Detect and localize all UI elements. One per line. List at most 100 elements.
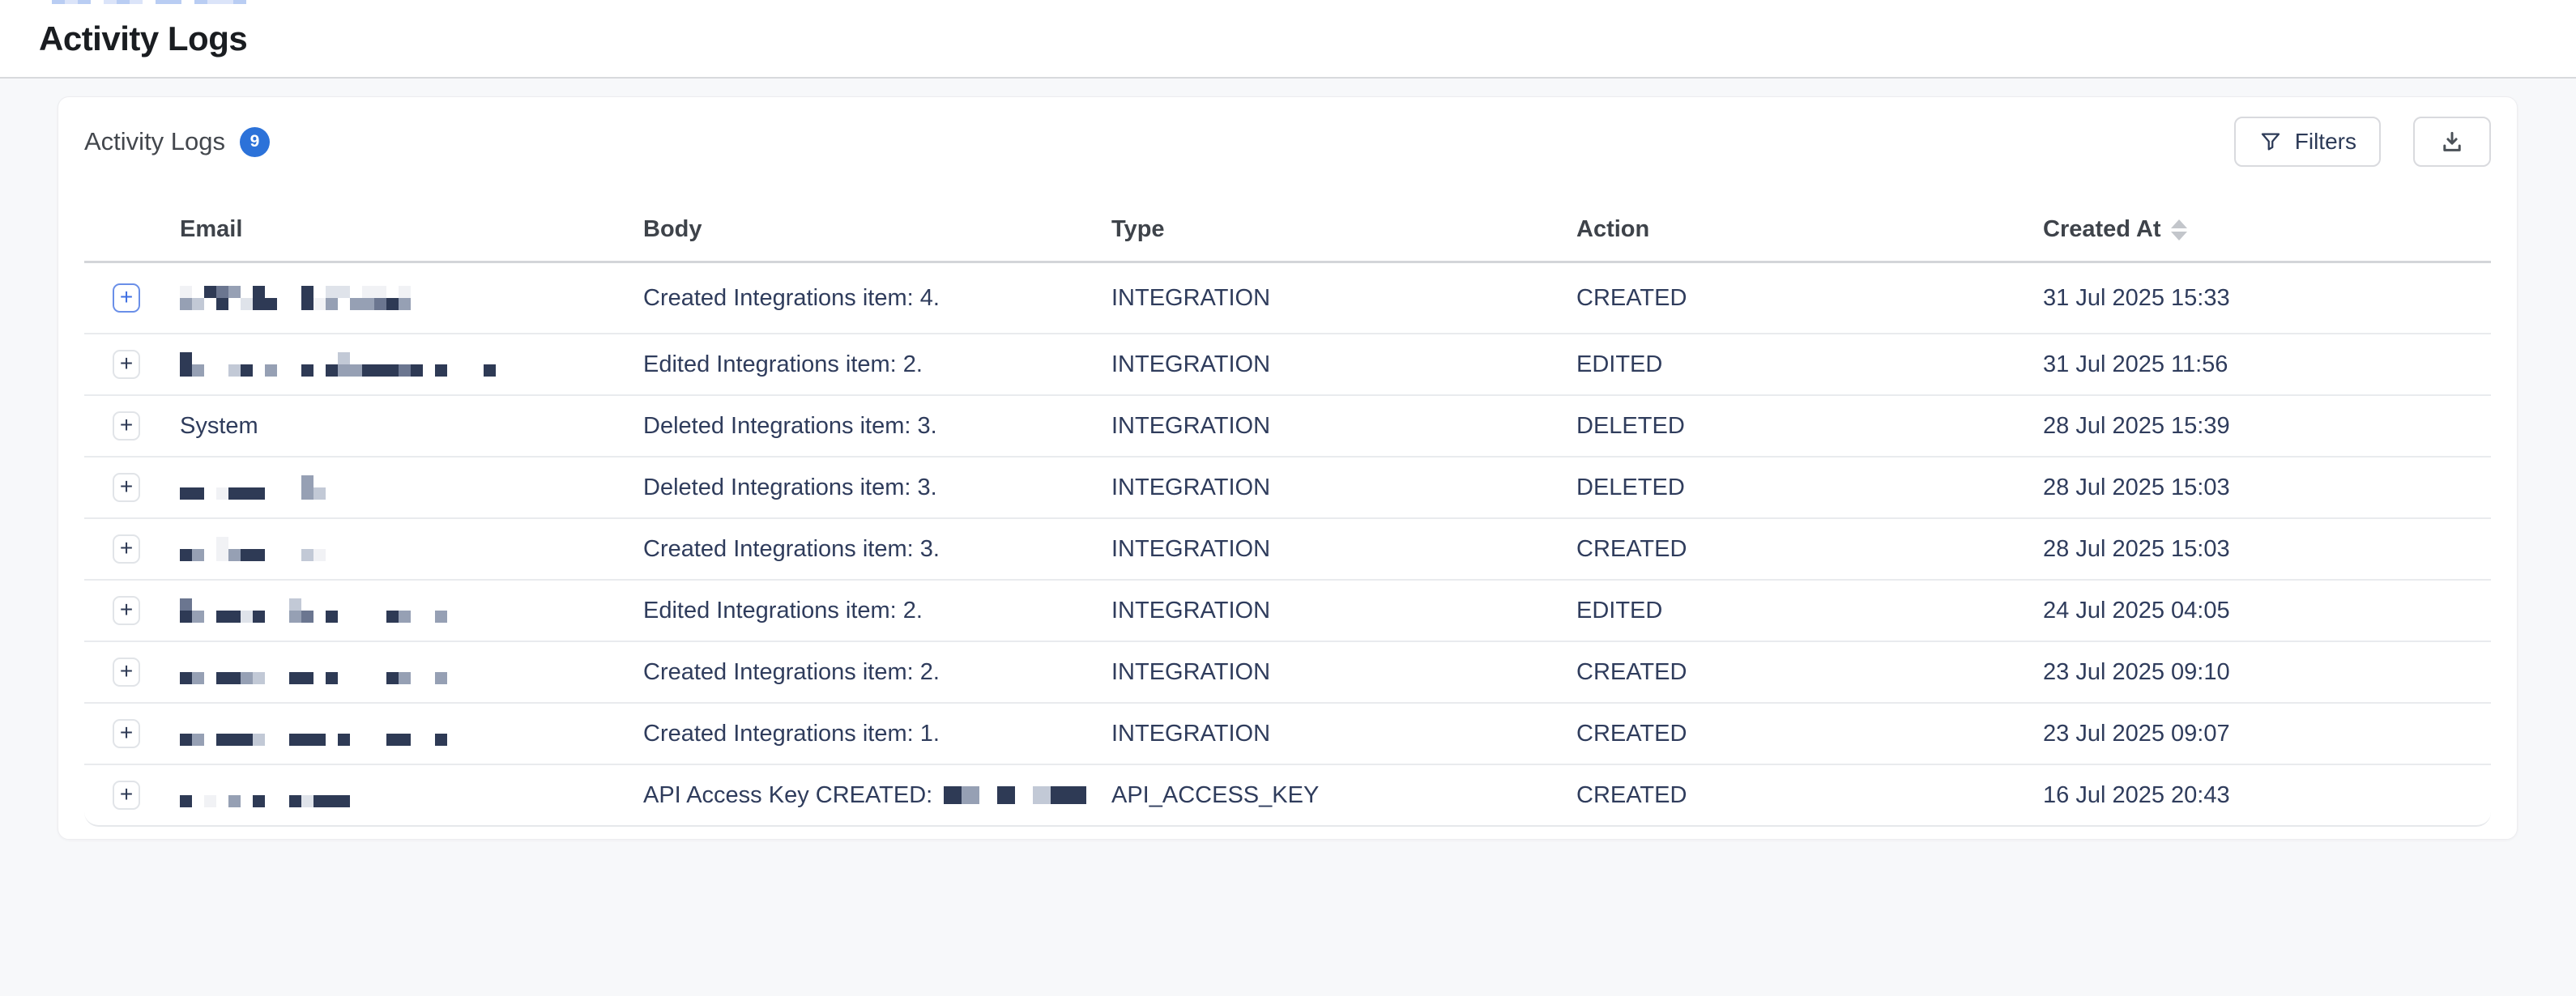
type-cell: INTEGRATION <box>1111 351 1576 378</box>
expand-cell: + <box>84 534 180 564</box>
type-cell: INTEGRATION <box>1111 475 1576 501</box>
plus-icon: + <box>120 286 133 309</box>
body-cell: Created Integrations item: 2. <box>643 659 1111 686</box>
type-cell: INTEGRATION <box>1111 536 1576 563</box>
created-at-cell: 31 Jul 2025 11:56 <box>2043 351 2491 378</box>
email-cell <box>180 783 643 807</box>
action-cell: EDITED <box>1576 351 2043 378</box>
body-cell: Edited Integrations item: 2. <box>643 351 1111 378</box>
created-at-cell: 28 Jul 2025 15:03 <box>2043 536 2491 563</box>
expand-row-button[interactable]: + <box>113 350 140 379</box>
sort-icon <box>2171 219 2187 240</box>
created-at-cell: 16 Jul 2025 20:43 <box>2043 782 2491 809</box>
card-header: Activity Logs 9 Filters <box>84 97 2491 167</box>
action-cell: CREATED <box>1576 285 2043 312</box>
plus-icon: + <box>120 660 133 683</box>
expand-cell: + <box>84 596 180 625</box>
count-badge: 9 <box>240 127 270 157</box>
table-row: + Created Integrations item: 4. INTEGRAT… <box>84 263 2491 334</box>
email-cell <box>180 352 643 377</box>
table-row: + Deleted Integrations item: 3. INTEGRAT… <box>84 458 2491 519</box>
table-row: + Created Integrations item: 1. INTEGRAT… <box>84 704 2491 765</box>
card-actions: Filters <box>2234 117 2491 167</box>
action-cell: EDITED <box>1576 598 2043 624</box>
expand-cell: + <box>84 781 180 810</box>
column-header-body: Body <box>643 216 1111 243</box>
card-title-wrap: Activity Logs 9 <box>84 127 270 157</box>
created-at-sort-control[interactable]: Created At <box>2043 216 2475 243</box>
expand-cell: + <box>84 350 180 379</box>
filters-button-label: Filters <box>2295 129 2356 155</box>
column-header-type: Type <box>1111 216 1576 243</box>
type-cell: API_ACCESS_KEY <box>1111 782 1576 809</box>
filters-button[interactable]: Filters <box>2234 117 2381 167</box>
action-cell: CREATED <box>1576 536 2043 563</box>
expand-cell: + <box>84 473 180 502</box>
body-cell: API Access Key CREATED: <box>643 782 1111 809</box>
table-row: + System Deleted Integrations item: 3. I… <box>84 396 2491 458</box>
activity-logs-card: Activity Logs 9 Filters <box>58 96 2518 840</box>
type-cell: INTEGRATION <box>1111 721 1576 747</box>
expand-cell: + <box>84 658 180 687</box>
action-cell: DELETED <box>1576 475 2043 501</box>
email-cell <box>180 721 643 746</box>
expand-row-button[interactable]: + <box>113 596 140 625</box>
expand-row-button[interactable]: + <box>113 473 140 502</box>
created-at-cell: 28 Jul 2025 15:03 <box>2043 475 2491 501</box>
card-title: Activity Logs <box>84 127 225 156</box>
filter-funnel-icon <box>2258 130 2283 154</box>
plus-icon: + <box>120 783 133 806</box>
column-header-created-at: Created At <box>2043 216 2491 243</box>
activity-logs-table: Email Body Type Action Created At <box>84 167 2491 827</box>
plus-icon: + <box>120 352 133 375</box>
created-at-cell: 24 Jul 2025 04:05 <box>2043 598 2491 624</box>
created-at-cell: 23 Jul 2025 09:10 <box>2043 659 2491 686</box>
table-row: + Created Integrations item: 3. INTEGRAT… <box>84 519 2491 581</box>
email-cell <box>180 286 643 310</box>
plus-icon: + <box>120 414 133 436</box>
table-row: + Created Integrations item: 2. INTEGRAT… <box>84 642 2491 704</box>
type-cell: INTEGRATION <box>1111 598 1576 624</box>
plus-icon: + <box>120 721 133 744</box>
main-content: Activity Logs 9 Filters <box>0 79 2576 840</box>
page-title: Activity Logs <box>39 19 247 58</box>
table-row: + Edited Integrations item: 2. INTEGRATI… <box>84 334 2491 396</box>
top-bar: Activity Logs <box>0 0 2576 79</box>
table-row: + API Access Key CREATED: API_ACCESS_KEY… <box>84 765 2491 827</box>
plus-icon: + <box>120 598 133 621</box>
action-cell: CREATED <box>1576 782 2043 809</box>
column-header-email: Email <box>180 216 643 243</box>
download-icon <box>2438 128 2466 155</box>
expand-row-button[interactable]: + <box>113 658 140 687</box>
table-body: + Created Integrations item: 4. INTEGRAT… <box>84 263 2491 827</box>
expand-row-button[interactable]: + <box>113 719 140 748</box>
email-cell: System <box>180 413 643 440</box>
body-cell: Created Integrations item: 3. <box>643 536 1111 563</box>
plus-icon: + <box>120 475 133 498</box>
body-cell: Deleted Integrations item: 3. <box>643 475 1111 501</box>
topbar-redacted-breadcrumb <box>52 0 259 4</box>
type-cell: INTEGRATION <box>1111 285 1576 312</box>
body-cell: Created Integrations item: 1. <box>643 721 1111 747</box>
expand-cell: + <box>84 283 180 313</box>
expand-row-button[interactable]: + <box>113 781 140 810</box>
type-cell: INTEGRATION <box>1111 659 1576 686</box>
export-button[interactable] <box>2413 117 2491 167</box>
expand-row-button[interactable]: + <box>113 411 140 441</box>
created-at-cell: 23 Jul 2025 09:07 <box>2043 721 2491 747</box>
action-cell: CREATED <box>1576 721 2043 747</box>
created-at-cell: 28 Jul 2025 15:39 <box>2043 413 2491 440</box>
body-cell: Edited Integrations item: 2. <box>643 598 1111 624</box>
expand-cell: + <box>84 719 180 748</box>
email-cell <box>180 537 643 561</box>
table-header-row: Email Body Type Action Created At <box>84 167 2491 263</box>
action-cell: DELETED <box>1576 413 2043 440</box>
action-cell: CREATED <box>1576 659 2043 686</box>
body-cell: Deleted Integrations item: 3. <box>643 413 1111 440</box>
expand-row-button[interactable]: + <box>113 534 140 564</box>
body-cell: Created Integrations item: 4. <box>643 285 1111 312</box>
email-cell <box>180 598 643 623</box>
expand-cell: + <box>84 411 180 441</box>
column-header-action: Action <box>1576 216 2043 243</box>
expand-row-button[interactable]: + <box>113 283 140 313</box>
